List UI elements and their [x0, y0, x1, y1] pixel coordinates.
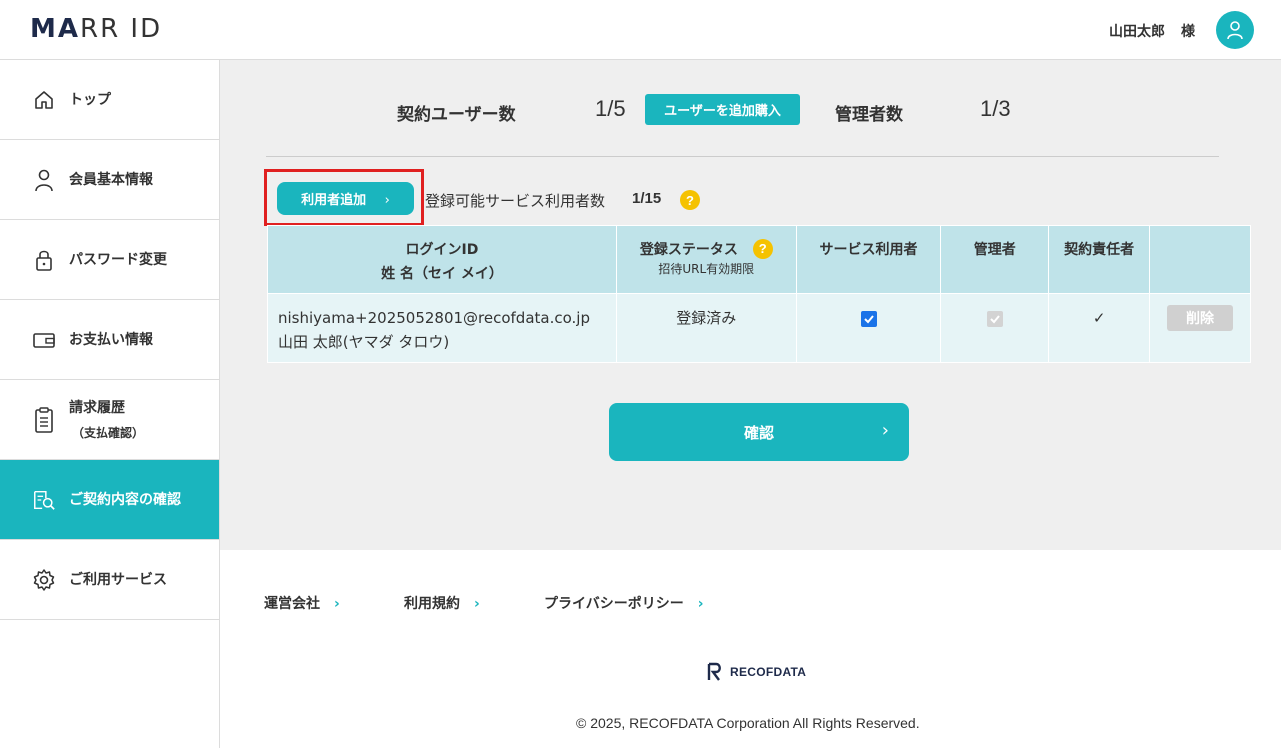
sidebar: トップ 会員基本情報 パスワード変更 お支払い情報 請求履歴 （支払確認） ご契…: [0, 60, 220, 748]
footer-link-privacy[interactable]: プライバシーポリシー ›: [544, 593, 704, 613]
sidebar-item-contract[interactable]: ご契約内容の確認: [0, 460, 219, 540]
confirm-button-label: 確認: [743, 423, 774, 442]
home-icon: [32, 88, 56, 112]
add-user-button-label: 利用者追加: [301, 193, 367, 208]
copyright-text: © 2025, RECOFDATA Corporation All Rights…: [576, 715, 920, 731]
header-login-id-text: ログインID: [405, 242, 479, 258]
confirm-button[interactable]: 確認 ›: [609, 403, 909, 461]
sidebar-item-top[interactable]: トップ: [0, 60, 219, 140]
sidebar-item-label: トップ: [69, 91, 111, 108]
user-honorific: 様: [1181, 24, 1195, 40]
admins-label: 管理者数: [835, 105, 903, 125]
logo-rest-text: RR ID: [80, 14, 163, 44]
logo-main-text: MA: [30, 14, 80, 44]
sidebar-item-label: 会員基本情報: [69, 171, 153, 188]
cell-login: nishiyama+2025052801@recofdata.co.jp 山田 …: [267, 293, 617, 363]
chevron-right-icon: ›: [334, 596, 340, 612]
header-admin: 管理者: [940, 225, 1050, 294]
contract-users-label: 契約ユーザー数: [397, 105, 516, 125]
footer-link-label: 運営会社: [264, 596, 320, 612]
clipboard-icon: [32, 406, 56, 433]
header-contract-owner: 契約責任者: [1048, 225, 1151, 294]
chevron-right-icon: ›: [697, 596, 704, 612]
header-service-user: サービス利用者: [795, 225, 942, 294]
section-divider: [266, 156, 1219, 157]
sidebar-item-password[interactable]: パスワード変更: [0, 220, 219, 300]
table-header-row: ログインID 姓 名（セイ メイ） 登録ステータス ? 招待URL有効期限 サー…: [267, 225, 1251, 294]
footer-link-company[interactable]: 運営会社 ›: [264, 593, 340, 613]
cell-admin: [940, 293, 1050, 363]
users-table: ログインID 姓 名（セイ メイ） 登録ステータス ? 招待URL有効期限 サー…: [267, 225, 1251, 363]
delete-button[interactable]: 削除: [1167, 305, 1234, 331]
add-user-button[interactable]: 利用者追加 ›: [277, 182, 414, 215]
chevron-right-icon: ›: [881, 420, 889, 441]
person-icon: [32, 168, 56, 192]
top-header: MARR ID 山田太郎 様: [0, 0, 1281, 60]
wallet-icon: [32, 328, 56, 352]
footer-link-terms[interactable]: 利用規約 ›: [404, 593, 480, 613]
main-content: 契約ユーザー数 1/5 ユーザーを追加購入 管理者数 1/3 利用者追加 › 登…: [220, 60, 1281, 550]
cell-service-user: [795, 293, 942, 363]
header-status-sub: 招待URL有効期限: [658, 262, 755, 276]
help-icon[interactable]: ?: [680, 190, 700, 210]
user-name-cell: 山田 太郎(ヤマダ タロウ): [278, 333, 450, 351]
lock-icon: [32, 248, 56, 272]
header-name-text: 姓 名（セイ メイ）: [381, 266, 503, 282]
footer-brand-text: RECOFDATA: [730, 665, 807, 679]
contract-search-icon: [32, 488, 56, 512]
sidebar-item-label: パスワード変更: [69, 251, 167, 268]
chevron-right-icon: ›: [474, 596, 480, 612]
header-status: 登録ステータス ? 招待URL有効期限: [615, 225, 797, 294]
user-icon: [1227, 21, 1243, 40]
sidebar-item-label: お支払い情報: [69, 331, 153, 348]
app-logo[interactable]: MARR ID: [30, 14, 162, 44]
sidebar-item-payment[interactable]: お支払い情報: [0, 300, 219, 380]
sidebar-item-services[interactable]: ご利用サービス: [0, 540, 219, 620]
service-user-checkbox[interactable]: [860, 311, 877, 327]
footer-brand-logo: RECOFDATA: [706, 662, 806, 682]
contract-users-value: 1/5: [595, 96, 626, 121]
user-name: 山田太郎: [1109, 24, 1165, 40]
user-avatar-button[interactable]: [1216, 11, 1254, 49]
admins-value: 1/3: [980, 96, 1011, 121]
service-count-label: 登録可能サービス利用者数: [425, 192, 606, 210]
sidebar-item-label: ご利用サービス: [69, 571, 167, 588]
cell-status: 登録済み: [615, 293, 797, 363]
header-login-id: ログインID 姓 名（セイ メイ）: [267, 225, 617, 294]
footer-link-label: 利用規約: [404, 596, 460, 612]
sidebar-item-member-info[interactable]: 会員基本情報: [0, 140, 219, 220]
header-status-text: 登録ステータス: [639, 242, 738, 258]
sidebar-item-sublabel: （支払確認）: [72, 426, 145, 440]
recofdata-logo-icon: [707, 662, 721, 681]
add-purchase-button[interactable]: ユーザーを追加購入: [645, 94, 800, 125]
gear-icon: [32, 568, 56, 592]
help-icon[interactable]: ?: [752, 239, 773, 259]
sidebar-item-billing-history[interactable]: 請求履歴 （支払確認）: [0, 380, 219, 460]
sidebar-item-label: 請求履歴: [69, 400, 125, 416]
sidebar-item-label: ご契約内容の確認: [69, 491, 181, 508]
footer-link-label: プライバシーポリシー: [544, 596, 684, 612]
user-email: nishiyama+2025052801@recofdata.co.jp: [278, 309, 590, 327]
header-actions: [1149, 225, 1251, 294]
admin-checkbox: [986, 311, 1003, 327]
cell-actions: 削除: [1149, 293, 1251, 363]
cell-contract-owner: ✓: [1048, 293, 1151, 363]
table-row: nishiyama+2025052801@recofdata.co.jp 山田 …: [267, 293, 1251, 363]
chevron-right-icon: ›: [384, 193, 390, 208]
service-count-value: 1/15: [632, 190, 662, 207]
